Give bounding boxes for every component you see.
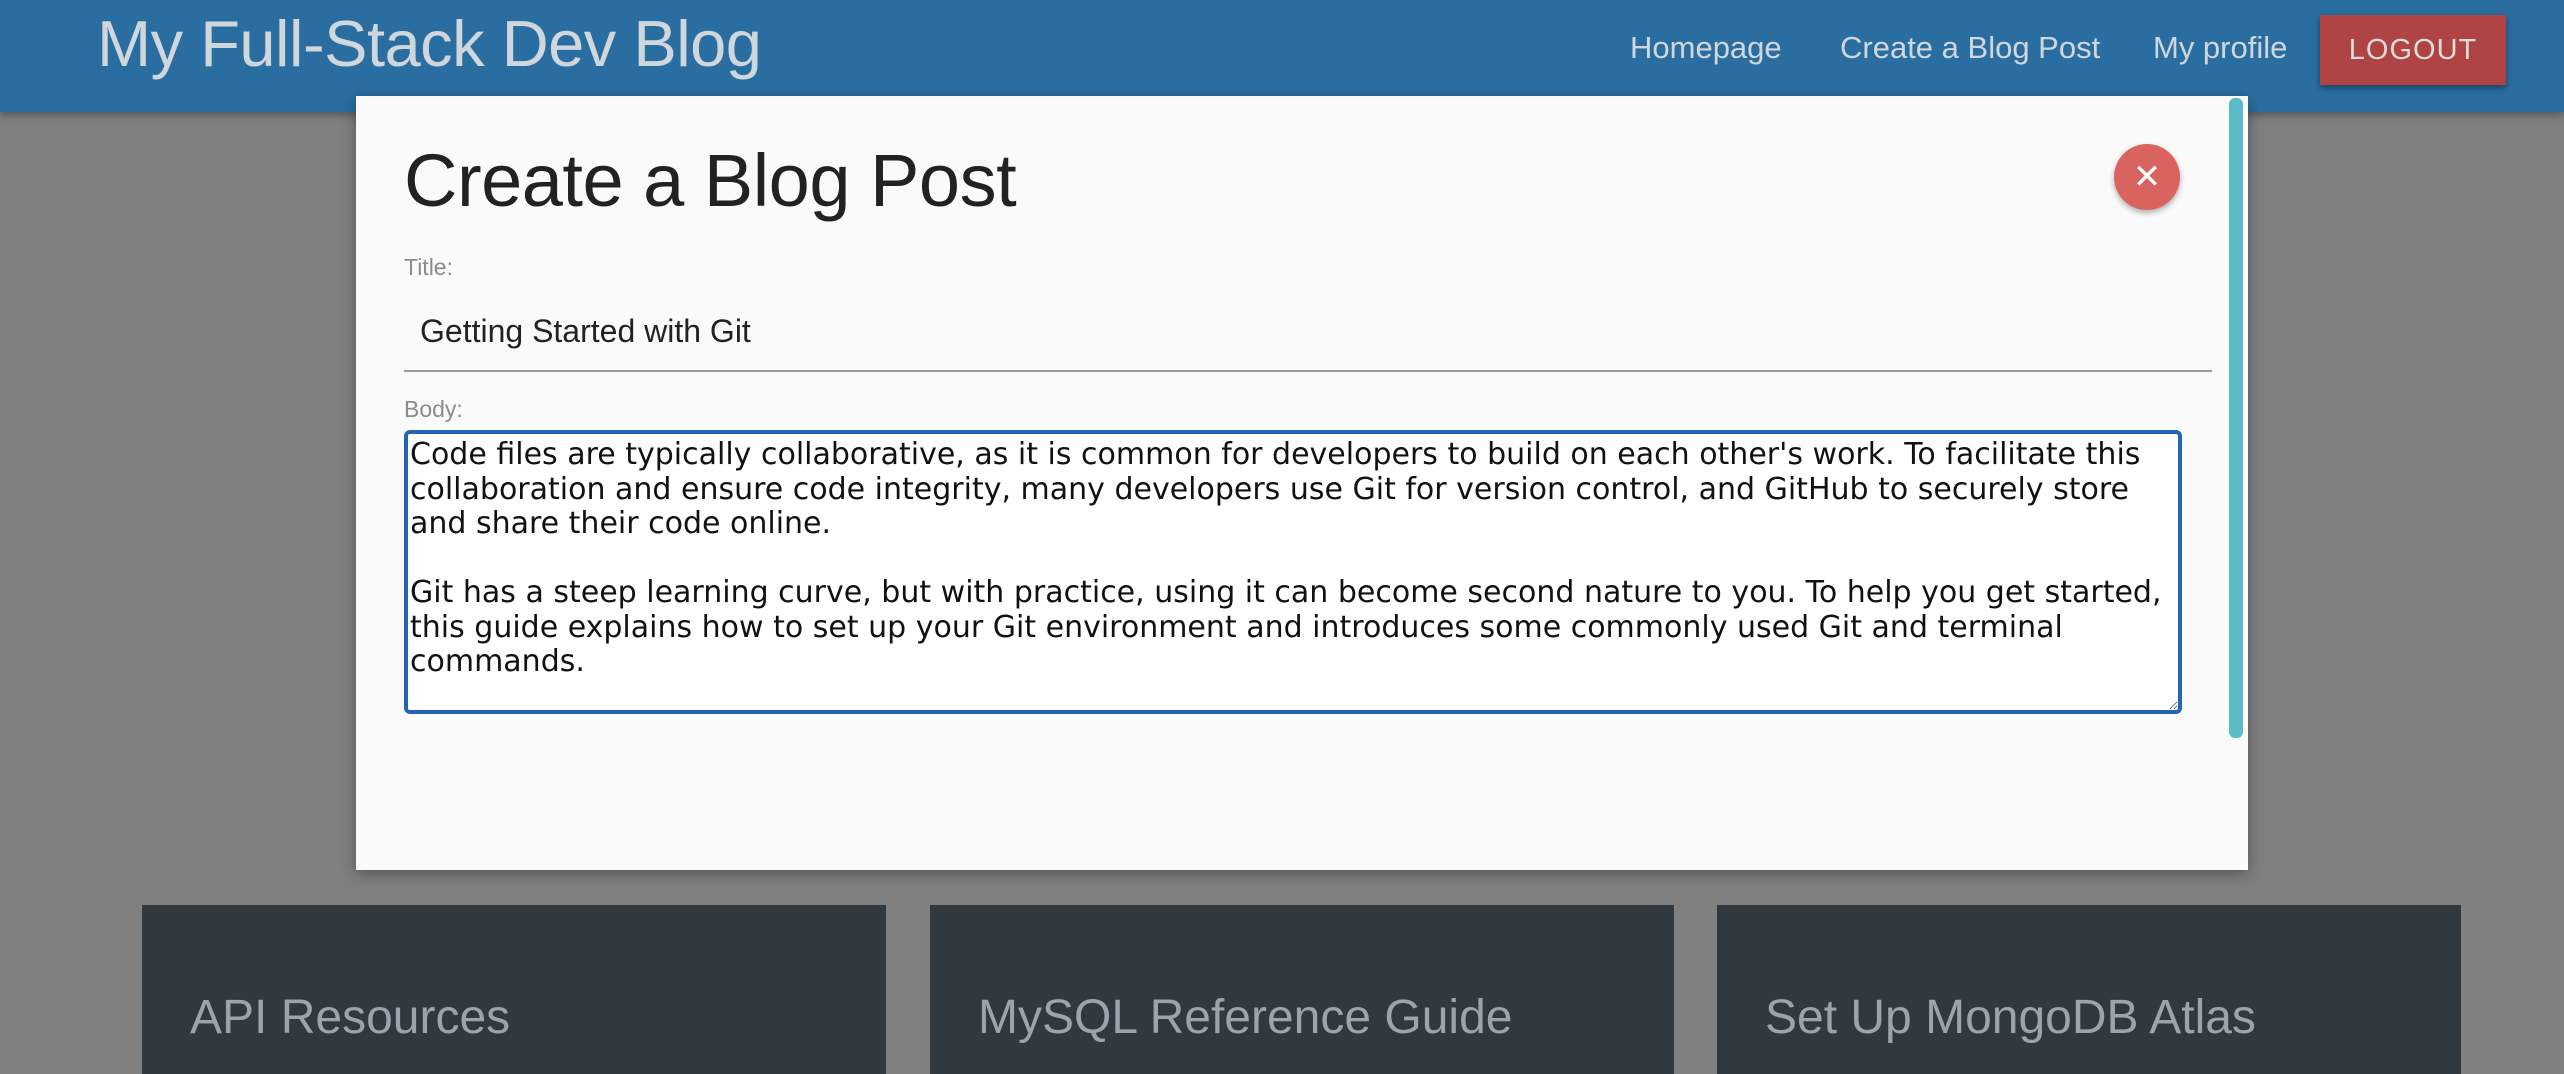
modal-title: Create a Blog Post (404, 139, 1017, 222)
title-input[interactable] (404, 292, 2212, 372)
body-label: Body: (404, 396, 463, 422)
body-textarea[interactable]: Code files are typically collaborative, … (404, 430, 2182, 714)
nav-link-homepage[interactable]: Homepage (1630, 30, 1782, 66)
nav-link-my-profile[interactable]: My profile (2153, 30, 2287, 66)
close-icon[interactable]: ✕ (2114, 144, 2180, 210)
post-card[interactable]: MySQL Reference Guide (930, 905, 1674, 1074)
post-card-title: MySQL Reference Guide (978, 991, 1513, 1044)
post-card-title: Set Up MongoDB Atlas (1765, 991, 2256, 1044)
post-card[interactable]: Set Up MongoDB Atlas (1717, 905, 2461, 1074)
post-card-title: API Resources (190, 991, 511, 1044)
brand-title[interactable]: My Full-Stack Dev Blog (97, 6, 762, 81)
modal-scrollbar[interactable] (2229, 98, 2243, 738)
create-post-modal: Create a Blog Post ✕ Title: Body: Code f… (356, 96, 2248, 870)
post-card[interactable]: API Resources (142, 905, 886, 1074)
logout-button[interactable]: LOGOUT (2320, 15, 2506, 85)
title-label: Title: (404, 254, 453, 280)
nav-link-create-post[interactable]: Create a Blog Post (1840, 30, 2100, 66)
